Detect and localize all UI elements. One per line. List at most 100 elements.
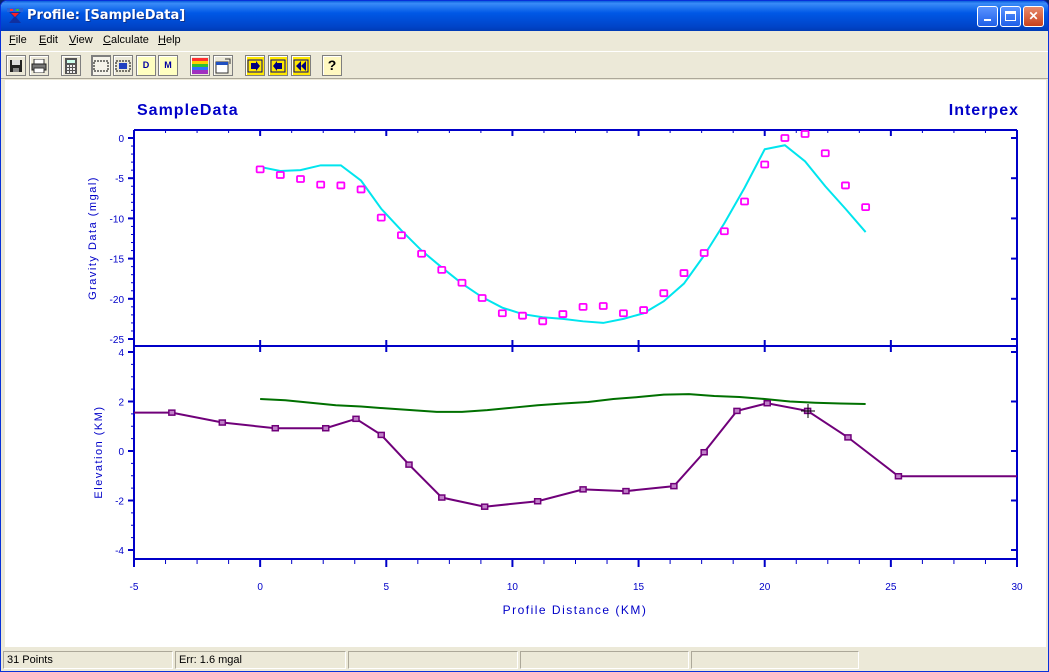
observed-gravity-point	[719, 227, 729, 236]
maximize-icon	[1005, 11, 1016, 21]
app-icon	[7, 8, 23, 23]
select-rect-button[interactable]	[91, 55, 111, 76]
menu-calculate[interactable]: Calculate	[103, 34, 149, 46]
elevation-ylabel: Elevation (KM)	[93, 405, 105, 498]
elevation-ytick-label: -4	[115, 546, 124, 557]
elevation-ytick-label: 2	[118, 398, 124, 409]
layer-boundary-vertex	[271, 424, 280, 432]
properties-button[interactable]	[213, 55, 233, 76]
forward-button[interactable]	[245, 55, 265, 76]
calculator-button[interactable]	[61, 55, 81, 76]
layer-boundary-vertex	[700, 448, 708, 456]
observed-gravity-point	[296, 175, 305, 183]
profile-plot[interactable]: SampleData Interpex Gravity Data (mgal) …	[5, 80, 1046, 647]
elevation-y-ticks: 4 2 0 -2 -4	[115, 348, 1017, 557]
menu-file[interactable]: File	[9, 34, 27, 46]
layer-boundary-vertex	[670, 482, 678, 490]
m-button[interactable]: M	[158, 55, 178, 76]
calculated-gravity-line	[259, 144, 867, 324]
back-button[interactable]	[268, 55, 288, 76]
status-error: Err: 1.6 mgal	[175, 651, 346, 669]
observed-gravity-point	[820, 149, 830, 158]
status-bar: 31 Points Err: 1.6 mgal	[1, 649, 1048, 671]
elevation-panel: Elevation (KM) 420-2-4 -5 0 5 10 15 20 25 30	[93, 346, 1023, 593]
layer-boundary-vertex	[622, 487, 630, 495]
menu-help[interactable]: Help	[158, 34, 181, 46]
observed-gravity-point	[538, 317, 548, 326]
print-button[interactable]	[29, 55, 49, 76]
minimize-button[interactable]	[977, 6, 998, 27]
layer-boundary-vertex	[733, 407, 741, 415]
layer-boundary-vertex	[894, 472, 903, 480]
elevation-xtick-label: 20	[759, 582, 771, 593]
status-cell-4	[520, 651, 689, 669]
observed-gravity-series	[255, 130, 871, 326]
status-cell-3	[348, 651, 518, 669]
gravity-ytick-label: -5	[115, 174, 124, 185]
elevation-ytick-label: 4	[118, 348, 124, 359]
surface-elevation-series	[260, 393, 866, 413]
gravity-ytick-label: 0	[118, 134, 124, 145]
elevation-xtick-label: 5	[384, 582, 390, 593]
status-cell-5	[691, 651, 859, 669]
observed-gravity-point	[841, 181, 850, 190]
gravity-ytick-label: -15	[110, 255, 125, 266]
observed-gravity-point	[619, 309, 628, 318]
plot-right-title: Interpex	[949, 102, 1019, 119]
select-rect-icon	[93, 60, 109, 72]
title-bar[interactable]: Profile: [SampleData] ✕	[1, 1, 1048, 31]
rewind-button[interactable]	[291, 55, 311, 76]
d-button[interactable]: D	[136, 55, 156, 76]
layer-boundary-vertex	[763, 399, 771, 407]
observed-gravity-point	[598, 302, 608, 310]
layer-boundary-series	[134, 399, 1017, 510]
layer-boundary-vertex	[844, 434, 852, 441]
layer-boundary-vertex	[168, 409, 176, 416]
observed-gravity-point	[659, 289, 669, 298]
observed-gravity-point	[639, 306, 649, 314]
gravity-ylabel: Gravity Data (mgal)	[87, 176, 99, 300]
observed-gravity-point	[356, 185, 366, 194]
save-button[interactable]	[6, 55, 26, 76]
observed-gravity-point	[457, 278, 467, 287]
m-icon: M	[164, 60, 172, 70]
print-icon	[31, 58, 47, 74]
back-icon	[270, 59, 286, 73]
observed-gravity-point	[417, 249, 427, 258]
plot-area[interactable]: SampleData Interpex Gravity Data (mgal) …	[5, 80, 1046, 647]
observed-gravity-point	[699, 249, 709, 257]
layer-boundary-vertex	[438, 494, 446, 501]
help-icon: ?	[327, 57, 337, 73]
close-button[interactable]: ✕	[1023, 6, 1044, 27]
observed-gravity-point	[558, 310, 568, 318]
gravity-ytick-label: -20	[110, 295, 125, 306]
layer-boundary-vertex	[218, 419, 227, 426]
layer-boundary-vertex	[377, 431, 385, 439]
observed-gravity-point	[740, 197, 749, 206]
layer-boundary-vertex	[579, 486, 587, 493]
help-button[interactable]: ?	[322, 55, 342, 76]
window-title: Profile: [SampleData]	[27, 8, 186, 23]
observed-gravity-point	[679, 269, 689, 277]
properties-icon	[215, 58, 231, 74]
menu-bar: File Edit View Calculate Help	[1, 31, 1048, 50]
layer-boundary-vertex	[321, 424, 330, 432]
observed-gravity-point	[255, 165, 265, 174]
profile-window: Profile: [SampleData] ✕ File Edit View C…	[0, 0, 1049, 672]
color-bars-button[interactable]	[190, 55, 210, 76]
menu-view[interactable]: View	[69, 34, 93, 46]
gravity-ytick-label: -10	[110, 214, 125, 225]
maximize-button[interactable]	[1000, 6, 1021, 27]
zoom-button[interactable]	[113, 55, 133, 76]
observed-gravity-point	[437, 265, 447, 274]
save-icon	[10, 60, 22, 72]
elevation-xtick-label: 0	[257, 582, 263, 593]
elevation-xtick-label: 15	[633, 582, 645, 593]
elevation-ytick-label: -2	[115, 497, 124, 508]
observed-gravity-point	[760, 160, 770, 169]
color-bars-icon	[192, 58, 208, 74]
calculated-gravity-series	[259, 144, 867, 324]
forward-icon	[247, 59, 263, 73]
layer-boundary-vertex	[352, 415, 360, 423]
menu-edit[interactable]: Edit	[39, 34, 58, 46]
